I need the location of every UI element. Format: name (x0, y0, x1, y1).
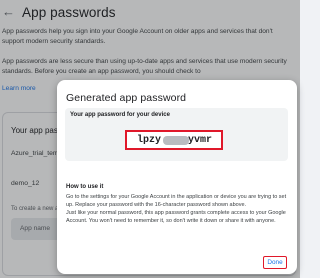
howto-warning: Just like your normal password, this app… (66, 210, 286, 224)
password-end: yvmr (188, 135, 213, 146)
password-redacted (163, 136, 189, 145)
howto-title: How to use it (66, 184, 104, 190)
password-highlight: lpzy yvmr (125, 130, 223, 150)
generated-password-dialog: Generated app password Your app password… (57, 80, 297, 274)
password-label: Your app password for your device (70, 112, 170, 118)
howto-instructions: Go to the settings for your Google Accou… (66, 194, 287, 208)
password-box: Your app password for your device lpzy y… (65, 108, 288, 161)
done-button[interactable]: Done (263, 256, 287, 269)
password-start: lpzy (137, 135, 162, 146)
dialog-title: Generated app password (66, 92, 187, 104)
howto-text: Go to the settings for your Google Accou… (66, 193, 290, 225)
